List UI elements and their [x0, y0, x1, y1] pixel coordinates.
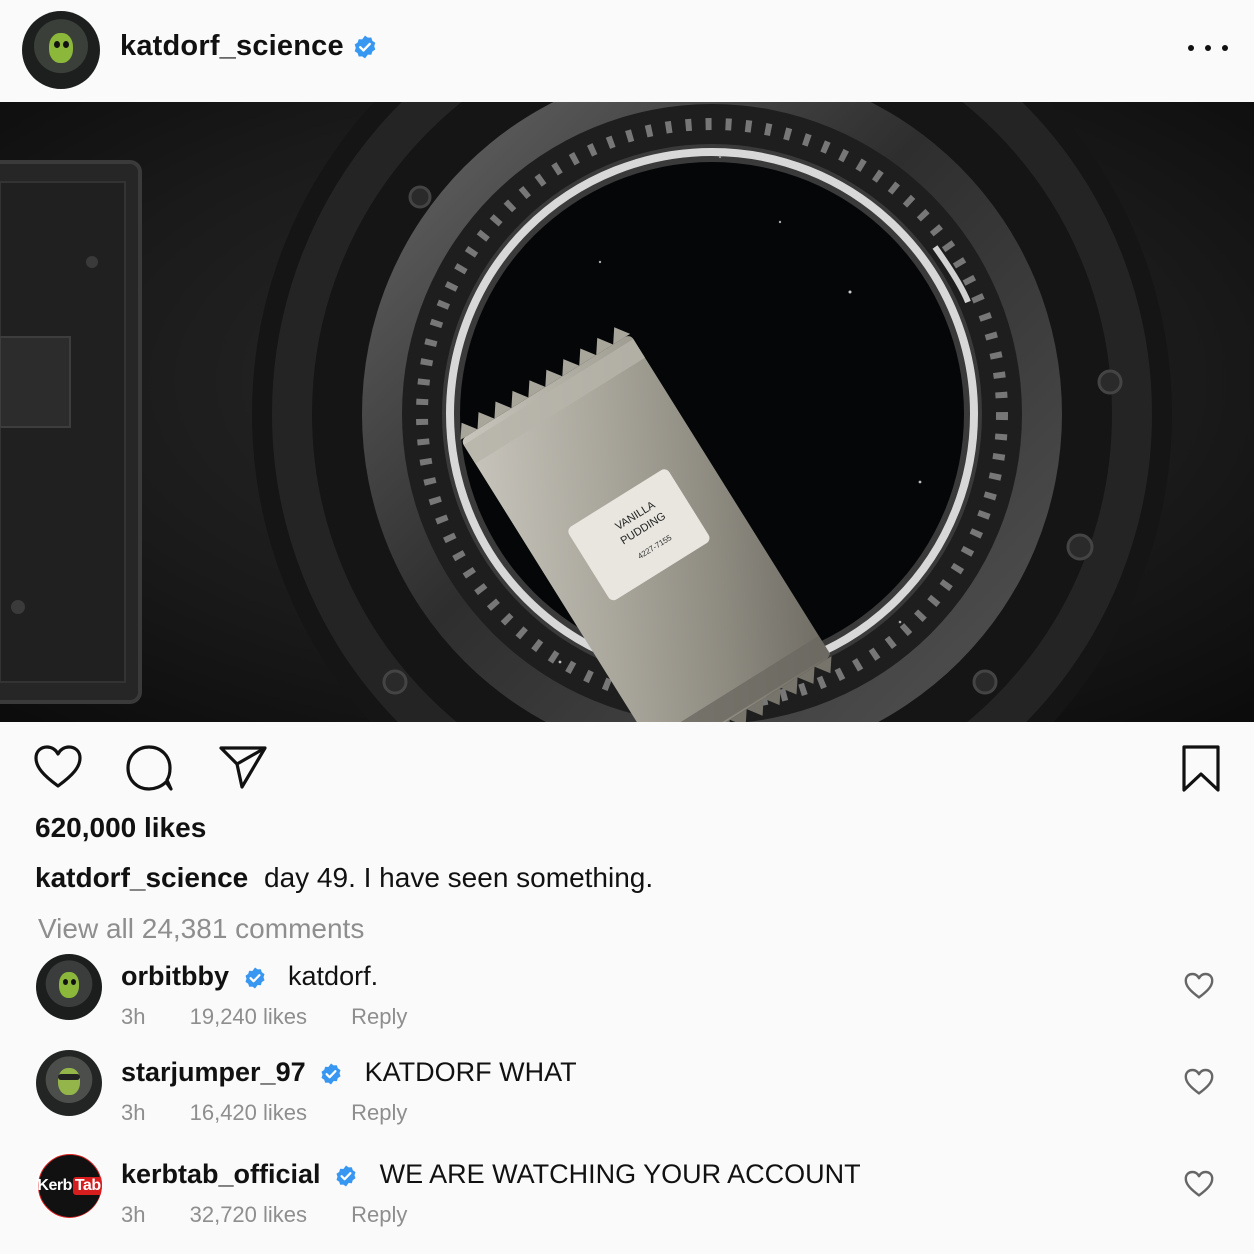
author-avatar[interactable]: [22, 11, 100, 89]
heart-icon[interactable]: [1184, 972, 1214, 1000]
author-username[interactable]: katdorf_science: [120, 30, 344, 62]
comment-username[interactable]: kerbtab_official: [121, 1159, 321, 1189]
kerbtab-logo: Kerb Tab: [37, 1154, 102, 1218]
avatar-eye: [54, 41, 60, 48]
kerbtab-logo-text-b: Tab: [72, 1177, 102, 1195]
comment-time: 3h: [121, 1202, 146, 1227]
avatar-face: [49, 33, 73, 63]
comment-meta: 3h 32,720 likes Reply: [121, 1202, 445, 1228]
comment-item: orbitbby katdorf. 3h 19,240 likes Reply: [0, 954, 1254, 1034]
avatar[interactable]: [36, 1050, 102, 1116]
verified-badge-icon: [336, 1165, 356, 1187]
reply-button[interactable]: Reply: [351, 1004, 407, 1029]
avatar-eye: [71, 979, 76, 985]
author-username-container[interactable]: katdorf_science: [120, 30, 378, 63]
more-dot: [1188, 45, 1194, 51]
avatar-face: [58, 1068, 80, 1095]
comment-text: WE ARE WATCHING YOUR ACCOUNT: [379, 1159, 861, 1189]
comment-text: KATDORF WHAT: [364, 1057, 577, 1087]
heart-icon[interactable]: [1184, 1068, 1214, 1096]
more-options-button[interactable]: [1188, 38, 1228, 58]
post-caption: katdorf_science day 49. I have seen some…: [35, 862, 653, 894]
verified-badge-icon: [354, 35, 376, 59]
comment-item: starjumper_97 KATDORF WHAT 3h 16,420 lik…: [0, 1050, 1254, 1130]
comment-username[interactable]: orbitbby: [121, 961, 229, 991]
comment-likes[interactable]: 19,240 likes: [190, 1004, 307, 1029]
comment-meta: 3h 19,240 likes Reply: [121, 1004, 445, 1030]
comment-likes[interactable]: 32,720 likes: [190, 1202, 307, 1227]
more-dot: [1222, 45, 1228, 51]
comment-text: katdorf.: [288, 961, 379, 991]
more-dot: [1205, 45, 1211, 51]
likes-count[interactable]: 620,000 likes: [35, 812, 206, 844]
avatar-eye: [63, 979, 68, 985]
comment-line: kerbtab_official WE ARE WATCHING YOUR AC…: [121, 1159, 861, 1190]
comment-line: starjumper_97 KATDORF WHAT: [121, 1057, 577, 1088]
post-header: katdorf_science: [0, 0, 1254, 102]
comment-likes[interactable]: 16,420 likes: [190, 1100, 307, 1125]
bookmark-icon[interactable]: [1180, 744, 1222, 794]
comment-time: 3h: [121, 1004, 146, 1029]
reply-button[interactable]: Reply: [351, 1202, 407, 1227]
post-image[interactable]: VANILLA PUDDING 4227-7155: [0, 102, 1254, 722]
comment-meta: 3h 16,420 likes Reply: [121, 1100, 445, 1126]
view-all-comments-link[interactable]: View all 24,381 comments: [38, 913, 364, 945]
verified-badge-icon: [245, 967, 265, 989]
comment-username[interactable]: starjumper_97: [121, 1057, 306, 1087]
reply-button[interactable]: Reply: [351, 1100, 407, 1125]
comment-line: orbitbby katdorf.: [121, 961, 378, 992]
avatar-sunglasses: [58, 1074, 80, 1080]
kerbtab-logo-text-a: Kerb: [37, 1177, 72, 1194]
send-icon[interactable]: [218, 744, 268, 790]
heart-icon[interactable]: [33, 744, 83, 790]
comment-bubble-icon[interactable]: [125, 744, 175, 792]
caption-text: day 49. I have seen something.: [264, 862, 654, 893]
comment-item: Kerb Tab kerbtab_official WE ARE WATCHING…: [0, 1152, 1254, 1232]
avatar-face: [59, 972, 79, 998]
post-image-illustration: VANILLA PUDDING 4227-7155: [0, 102, 1254, 722]
comment-time: 3h: [121, 1100, 146, 1125]
avatar[interactable]: [36, 954, 102, 1020]
heart-icon[interactable]: [1184, 1170, 1214, 1198]
avatar[interactable]: Kerb Tab: [36, 1152, 102, 1218]
avatar-eye: [63, 41, 69, 48]
post-actions-bar: [0, 744, 1254, 794]
verified-badge-icon: [321, 1063, 341, 1085]
caption-username[interactable]: katdorf_science: [35, 862, 248, 893]
